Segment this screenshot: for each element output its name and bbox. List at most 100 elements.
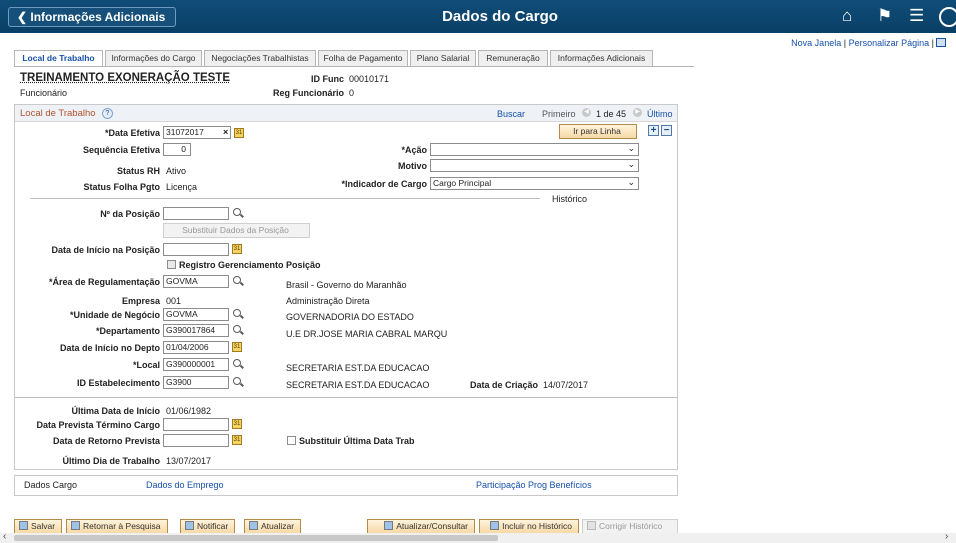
last-start-date-value: 01/06/1982: [166, 406, 212, 416]
replace-position-data-button[interactable]: Substituir Dados da Posição: [163, 223, 310, 238]
include-history-button[interactable]: Incluir no Histórico: [479, 519, 579, 534]
department-label: *Departamento: [95, 326, 160, 336]
search-icon[interactable]: [233, 359, 243, 369]
location-label: *Local: [132, 360, 160, 370]
tab-informacoes-cargo[interactable]: Informações do Cargo: [105, 50, 202, 66]
override-last-date-checkbox[interactable]: [287, 436, 296, 445]
job-data-label: Dados Cargo: [24, 480, 78, 490]
personalize-icon[interactable]: [936, 38, 946, 47]
chevron-down-icon: ⌄: [627, 177, 635, 187]
employee-type: Funcionário: [20, 88, 68, 98]
job-indicator-select[interactable]: Cargo Principal ⌄: [430, 177, 639, 190]
include-history-icon: [490, 521, 500, 530]
scroll-left-icon[interactable]: ‹: [3, 531, 6, 542]
employee-name: TREINAMENTO EXONERAÇÃO TESTE: [20, 72, 230, 84]
search-icon[interactable]: [233, 276, 243, 286]
tab-local-trabalho[interactable]: Local de Trabalho: [14, 50, 103, 67]
employment-data-link[interactable]: Dados do Emprego: [146, 480, 224, 490]
tab-plano-salarial[interactable]: Plano Salarial: [410, 50, 476, 66]
calendar-icon[interactable]: 31: [232, 244, 242, 254]
first-link[interactable]: Primeiro: [542, 109, 576, 119]
business-unit-description: GOVERNADORIA DO ESTADO: [286, 312, 414, 322]
position-management-label: Registro Gerenciamento Posição: [179, 260, 321, 270]
expected-end-date-label: Data Prevista Término Cargo: [36, 420, 160, 430]
job-indicator-label: *Indicador de Cargo: [341, 179, 427, 189]
help-icon[interactable]: ?: [102, 108, 113, 119]
tab-negociacoes-trabalhistas[interactable]: Negociações Trabalhistas: [204, 50, 316, 66]
go-to-row-button[interactable]: Ir para Linha: [559, 124, 637, 139]
search-icon[interactable]: [233, 377, 243, 387]
action-label: *Ação: [401, 145, 427, 155]
location-input[interactable]: G390000001: [163, 358, 229, 371]
regulatory-area-input[interactable]: GOVMA: [163, 275, 229, 288]
calendar-icon[interactable]: 31: [232, 342, 242, 352]
tab-folha-pagamento[interactable]: Folha de Pagamento: [318, 50, 408, 66]
navbar-icon[interactable]: [939, 7, 956, 27]
page-title: Dados do Cargo: [442, 8, 558, 25]
creation-date-value: 14/07/2017: [543, 380, 589, 390]
last-link[interactable]: Último: [647, 109, 673, 119]
calendar-icon[interactable]: 31: [232, 435, 242, 445]
action-select[interactable]: ⌄: [430, 143, 639, 156]
expected-end-date-input[interactable]: [163, 418, 229, 431]
last-start-date-label: Última Data de Início: [71, 406, 160, 416]
delete-row-icon[interactable]: −: [661, 125, 672, 136]
notify-button[interactable]: Notificar: [180, 519, 236, 534]
establishment-description: SECRETARIA EST.DA EDUCACAO: [286, 380, 430, 390]
home-icon[interactable]: ⌂: [842, 6, 852, 26]
save-button[interactable]: Salvar: [14, 519, 63, 534]
position-number-label: Nº da Posição: [100, 209, 160, 219]
search-link[interactable]: Buscar: [497, 109, 525, 119]
hr-status-value: Ativo: [166, 166, 187, 176]
correct-history-icon: [587, 521, 596, 530]
back-button[interactable]: ❮ Informações Adicionais: [8, 7, 177, 27]
employee-id-label: ID Func: [311, 74, 344, 84]
employee-id-value: 00010171: [349, 74, 390, 84]
reason-label: Motivo: [398, 161, 427, 171]
effective-sequence-input[interactable]: 0: [163, 143, 191, 156]
previous-arrow-icon[interactable]: ◀: [582, 108, 591, 117]
refresh-button[interactable]: Atualizar: [244, 519, 302, 534]
flag-icon[interactable]: ⚑: [877, 6, 892, 26]
menu-icon[interactable]: ☰: [909, 6, 924, 26]
scroll-right-icon[interactable]: ›: [945, 531, 948, 542]
update-display-label: Atualizar/Consultar: [396, 521, 468, 531]
position-number-input[interactable]: [163, 207, 229, 220]
new-window-link[interactable]: Nova Janela: [791, 38, 841, 48]
position-start-date-input[interactable]: [163, 243, 229, 256]
business-unit-label: *Unidade de Negócio: [69, 310, 160, 320]
position-management-checkbox[interactable]: [167, 260, 176, 269]
personalize-page-link[interactable]: Personalizar Página: [849, 38, 930, 48]
update-display-button[interactable]: Atualizar/Consultar: [367, 519, 475, 534]
reason-select[interactable]: ⌄: [430, 159, 639, 172]
effective-date-input[interactable]: 31072017: [163, 126, 231, 139]
search-icon[interactable]: [233, 325, 243, 335]
tab-remuneracao[interactable]: Remuneração: [478, 50, 548, 66]
section-title: Local de Trabalho: [20, 108, 96, 119]
establishment-id-input[interactable]: G3900: [163, 376, 229, 389]
tab-informacoes-adicionais[interactable]: Informações Adicionais: [550, 50, 653, 66]
save-button-label: Salvar: [31, 521, 56, 531]
refresh-button-label: Atualizar: [261, 521, 295, 531]
notify-icon: [185, 521, 194, 530]
scrollbar-thumb[interactable]: [14, 535, 498, 541]
calendar-icon[interactable]: 31: [232, 419, 242, 429]
benefits-program-link[interactable]: Participação Prog Benefícios: [476, 480, 592, 490]
tab-underline: [14, 66, 694, 67]
department-start-date-input[interactable]: 01/04/2006: [163, 341, 229, 354]
return-to-search-button[interactable]: Retornar à Pesquisa: [66, 519, 168, 534]
calendar-icon[interactable]: 31: [234, 128, 244, 138]
department-input[interactable]: G390017864: [163, 324, 229, 337]
next-arrow-icon[interactable]: ▶: [633, 108, 642, 117]
expected-return-date-label: Data de Retorno Prevista: [52, 436, 160, 446]
clear-icon[interactable]: ×: [223, 127, 228, 137]
expected-return-date-input[interactable]: [163, 434, 229, 447]
company-value: 001: [166, 296, 182, 306]
company-description: Administração Direta: [286, 296, 370, 306]
search-icon[interactable]: [233, 309, 243, 319]
correct-history-button[interactable]: Corrigir Histórico: [582, 519, 678, 534]
search-icon[interactable]: [233, 208, 243, 218]
employee-reg-value: 0: [349, 88, 355, 98]
business-unit-input[interactable]: GOVMA: [163, 308, 229, 321]
add-row-icon[interactable]: +: [648, 125, 659, 136]
